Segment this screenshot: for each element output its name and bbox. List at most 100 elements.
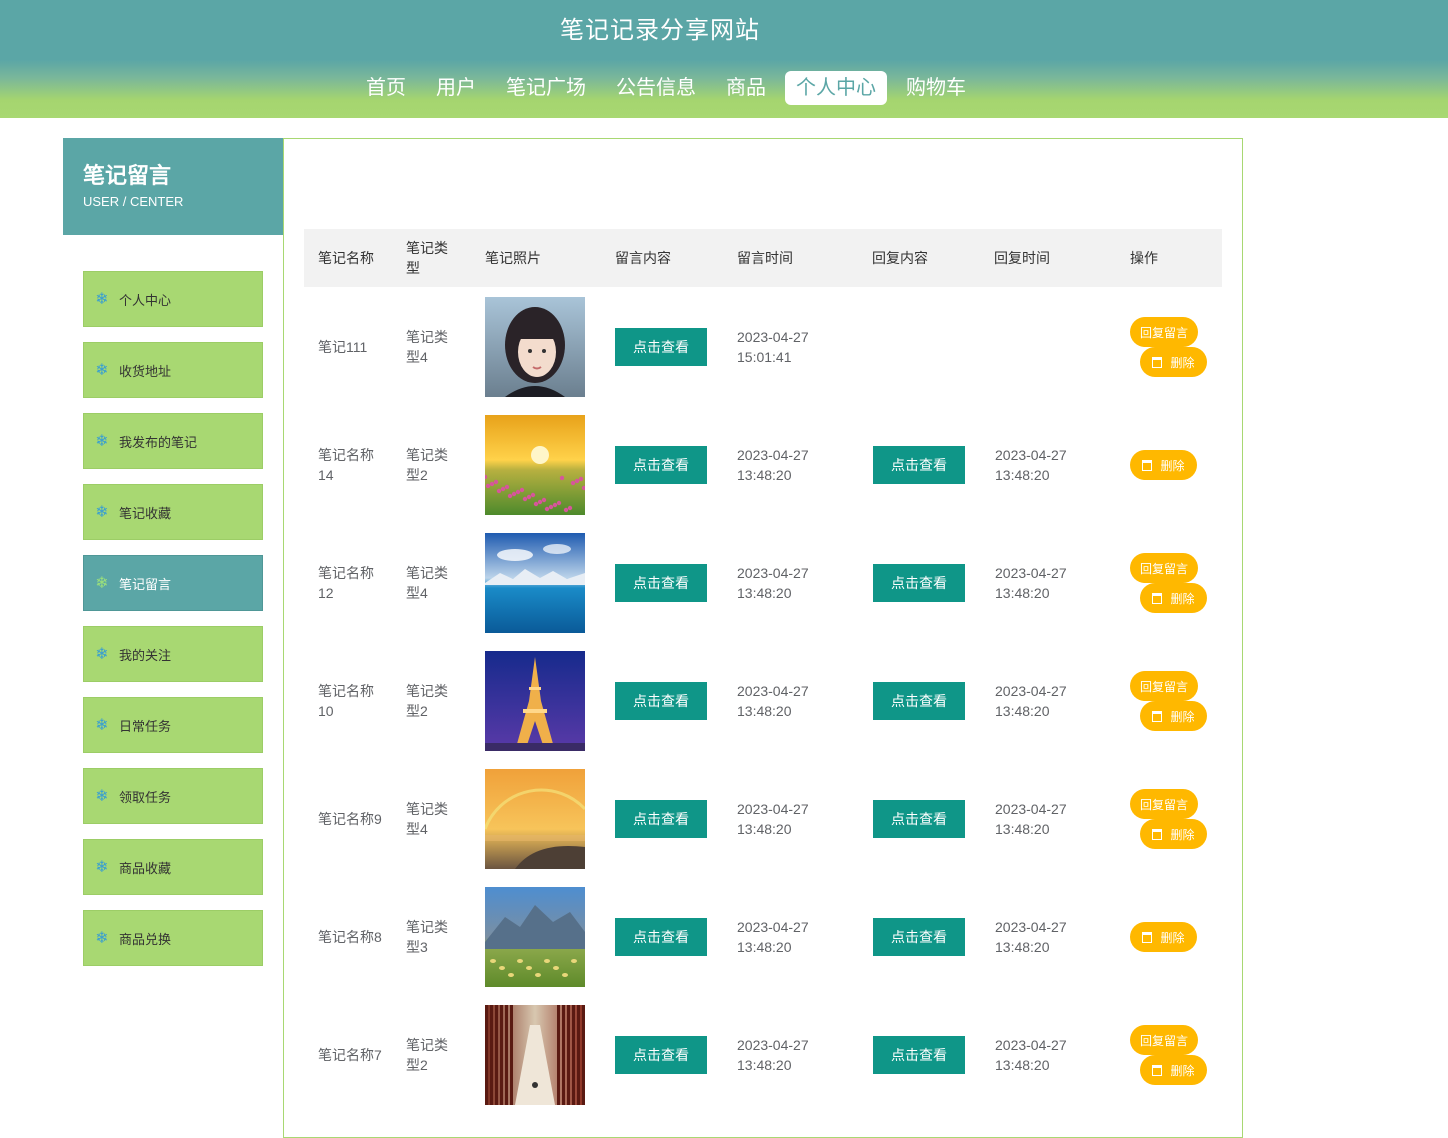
delete-label: 删除 (1170, 827, 1195, 842)
sidebar-item-5[interactable]: ❄ 我的关注 (83, 626, 263, 682)
snowflake-icon: ❄ (95, 291, 109, 308)
note-type: 笔记类型2 (406, 683, 448, 719)
nav-item-1[interactable]: 用户 (425, 71, 487, 105)
trash-icon (1142, 931, 1153, 943)
note-name: 笔记名称14 (318, 447, 374, 483)
sidebar-item-0[interactable]: ❄ 个人中心 (83, 271, 263, 327)
table-row: 笔记名称9 笔记类型4 点击查看 2023-04-27 13:48:20 点击查看 202… (304, 769, 1222, 887)
delete-button[interactable]: 删除 (1130, 450, 1197, 480)
sidebar-item-label: 我的关注 (119, 647, 172, 663)
message-time: 2023-04-27 13:48:20 (737, 447, 809, 483)
note-name: 笔记名称12 (318, 565, 374, 601)
nav-item-0[interactable]: 首页 (355, 71, 417, 105)
delete-label: 删除 (1170, 591, 1195, 606)
view-message-button[interactable]: 点击查看 (615, 1036, 707, 1074)
site-header: 笔记记录分享网站 首页 用户 笔记广场 公告信息 商品 个人中心 购物车 (0, 0, 1448, 118)
delete-button[interactable]: 删除 (1130, 922, 1197, 952)
reply-message-button[interactable]: 回复留言 (1130, 1025, 1198, 1055)
table-row: 笔记名称10 笔记类型2 点击查看 2023-04-27 13:48:20 点击查看 20… (304, 651, 1222, 769)
delete-label: 删除 (1170, 355, 1195, 370)
sidebar-item-9[interactable]: ❄ 商品兑换 (83, 910, 263, 966)
sidebar-item-3[interactable]: ❄ 笔记收藏 (83, 484, 263, 540)
header-message-time: 留言时间 (737, 250, 793, 266)
view-message-button[interactable]: 点击查看 (615, 682, 707, 720)
reply-label: 回复留言 (1139, 1033, 1188, 1048)
main-nav: 首页 用户 笔记广场 公告信息 商品 个人中心 购物车 (355, 71, 985, 105)
note-type: 笔记类型2 (406, 1037, 448, 1073)
sidebar-item-4[interactable]: ❄ 笔记留言 (83, 555, 263, 611)
sidebar-item-6[interactable]: ❄ 日常任务 (83, 697, 263, 753)
delete-button[interactable]: 删除 (1140, 701, 1207, 731)
nav-item-6[interactable]: 购物车 (895, 71, 977, 105)
delete-label: 删除 (1170, 1063, 1195, 1078)
sidebar-item-8[interactable]: ❄ 商品收藏 (83, 839, 263, 895)
view-message-button[interactable]: 点击查看 (615, 328, 707, 366)
view-message-button[interactable]: 点击查看 (615, 564, 707, 602)
view-reply-button[interactable]: 点击查看 (873, 918, 965, 956)
header-reply: 回复内容 (872, 250, 928, 266)
reply-time: 2023-04-27 13:48:20 (995, 801, 1067, 837)
note-photo (485, 533, 585, 633)
sidebar-title: 笔记留言 (83, 163, 172, 188)
snowflake-icon: ❄ (95, 859, 109, 876)
reply-label: 回复留言 (1139, 561, 1188, 576)
trash-icon (1152, 1064, 1163, 1076)
reply-time: 2023-04-27 13:48:20 (995, 919, 1067, 955)
header-photo: 笔记照片 (485, 250, 541, 266)
view-message-button[interactable]: 点击查看 (615, 446, 707, 484)
view-message-button[interactable]: 点击查看 (615, 800, 707, 838)
note-photo (485, 415, 585, 515)
reply-message-button[interactable]: 回复留言 (1130, 317, 1198, 347)
snowflake-icon: ❄ (95, 788, 109, 805)
trash-icon (1152, 356, 1163, 368)
note-photo (485, 769, 585, 869)
view-reply-button[interactable]: 点击查看 (873, 800, 965, 838)
nav-item-4[interactable]: 商品 (715, 71, 777, 105)
header-name: 笔记名称 (318, 250, 374, 266)
view-reply-button[interactable]: 点击查看 (873, 446, 965, 484)
note-name: 笔记名称8 (318, 929, 382, 945)
note-name: 笔记名称7 (318, 1047, 382, 1063)
reply-message-button[interactable]: 回复留言 (1130, 553, 1198, 583)
sidebar-item-1[interactable]: ❄ 收货地址 (83, 342, 263, 398)
message-time: 2023-04-27 15:01:41 (737, 329, 809, 365)
note-photo (485, 887, 585, 987)
snowflake-icon: ❄ (95, 362, 109, 379)
table-row: 笔记名称7 笔记类型2 点击查看 2023-04-27 13:48:20 点击查看 202… (304, 1005, 1222, 1123)
delete-button[interactable]: 删除 (1140, 347, 1207, 377)
reply-message-button[interactable]: 回复留言 (1130, 789, 1198, 819)
reply-label: 回复留言 (1139, 679, 1188, 694)
delete-button[interactable]: 删除 (1140, 1055, 1207, 1085)
reply-message-button[interactable]: 回复留言 (1130, 671, 1198, 701)
reply-label: 回复留言 (1139, 325, 1188, 340)
message-panel: 笔记名称 笔记类型 笔记照片 留言内容 留言时间 回复内容 回复时间 操作 笔记… (283, 138, 1243, 1138)
note-type: 笔记类型2 (406, 447, 448, 483)
note-type: 笔记类型3 (406, 919, 448, 955)
table-row: 笔记名称14 笔记类型2 点击查看 2023-04-27 13:48:20 点击查看 20… (304, 415, 1222, 533)
sidebar-item-7[interactable]: ❄ 领取任务 (83, 768, 263, 824)
site-title: 笔记记录分享网站 (560, 17, 760, 44)
sidebar-item-2[interactable]: ❄ 我发布的笔记 (83, 413, 263, 469)
sidebar-item-label: 收货地址 (119, 363, 172, 379)
nav-item-3[interactable]: 公告信息 (605, 71, 707, 105)
reply-time: 2023-04-27 13:48:20 (995, 447, 1067, 483)
table-row: 笔记名称12 笔记类型4 点击查看 2023-04-27 13:48:20 点击查看 20… (304, 533, 1222, 651)
snowflake-icon: ❄ (95, 575, 109, 592)
view-reply-button[interactable]: 点击查看 (873, 564, 965, 602)
table-row: 笔记111 笔记类型4 点击查看 2023-04-27 15:01:41 回复留言 删除 (304, 297, 1222, 415)
trash-icon (1142, 459, 1153, 471)
sidebar-item-label: 我发布的笔记 (119, 434, 198, 450)
view-reply-button[interactable]: 点击查看 (873, 682, 965, 720)
view-reply-button[interactable]: 点击查看 (873, 1036, 965, 1074)
sidebar-item-label: 日常任务 (119, 718, 172, 734)
note-photo (485, 297, 585, 397)
sidebar-item-label: 笔记收藏 (119, 505, 172, 521)
sidebar-item-label: 领取任务 (119, 789, 172, 805)
nav-item-2[interactable]: 笔记广场 (495, 71, 597, 105)
nav-item-5[interactable]: 个人中心 (785, 71, 887, 105)
sidebar-menu: ❄ 个人中心 ❄ 收货地址 ❄ 我发布的笔记 ❄ 笔记收藏 ❄ 笔记留言 ❄ 我的关注 ❄ 日常任务 ❄ 领取… (83, 271, 263, 981)
sidebar-item-label: 商品兑换 (119, 931, 172, 947)
view-message-button[interactable]: 点击查看 (615, 918, 707, 956)
delete-button[interactable]: 删除 (1140, 819, 1207, 849)
delete-button[interactable]: 删除 (1140, 583, 1207, 613)
